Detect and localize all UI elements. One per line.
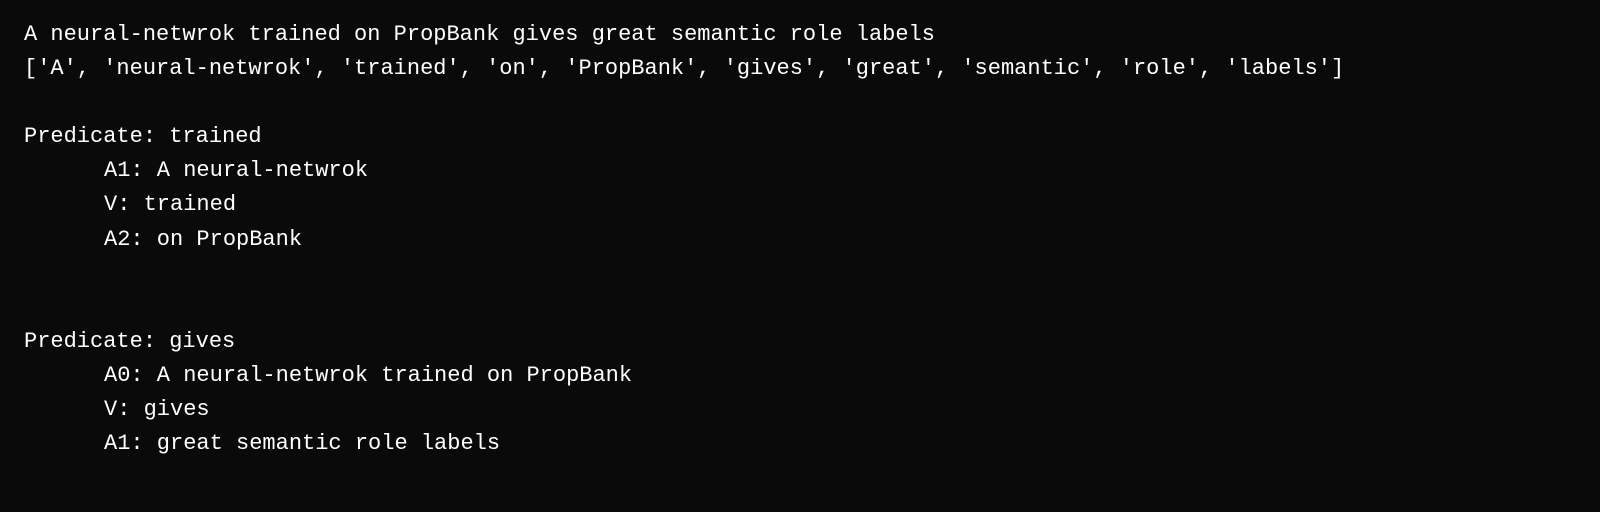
predicate2-role-2: A1: great semantic role labels [24, 427, 1576, 461]
predicate2-role-1: V: gives [24, 393, 1576, 427]
blank-3 [24, 291, 1576, 325]
predicate2-label: Predicate: gives [24, 325, 1576, 359]
blank-1 [24, 86, 1576, 120]
predicate1-role-1: V: trained [24, 188, 1576, 222]
sentence-line: A neural-netwrok trained on PropBank giv… [24, 18, 1576, 52]
predicate1-role-2: A2: on PropBank [24, 223, 1576, 257]
predicate1-role-0: A1: A neural-netwrok [24, 154, 1576, 188]
tokens-line: ['A', 'neural-netwrok', 'trained', 'on',… [24, 52, 1576, 86]
output-container: A neural-netwrok trained on PropBank giv… [24, 18, 1576, 461]
predicate1-label: Predicate: trained [24, 120, 1576, 154]
predicate2-role-0: A0: A neural-netwrok trained on PropBank [24, 359, 1576, 393]
blank-2 [24, 257, 1576, 291]
